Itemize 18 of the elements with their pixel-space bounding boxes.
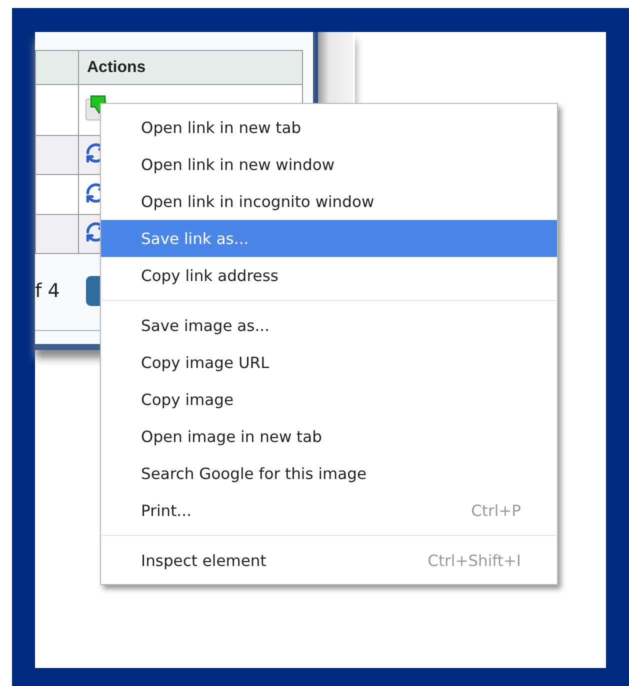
menu-item[interactable]: Copy image xyxy=(101,381,557,418)
table-header xyxy=(36,50,78,84)
menu-item[interactable]: Open image in new tab xyxy=(101,418,557,455)
table-header: Actions xyxy=(78,50,302,84)
menu-item[interactable]: Print... Ctrl+P xyxy=(101,492,557,529)
menu-item[interactable]: Save link as... xyxy=(101,220,557,257)
menu-item[interactable]: Copy link address xyxy=(101,257,557,294)
shortcut-text: Ctrl+Shift+I xyxy=(428,552,521,570)
menu-item[interactable]: Inspect element Ctrl+Shift+I xyxy=(101,542,557,579)
menu-item[interactable]: Search Google for this image xyxy=(101,455,557,492)
menu-item[interactable]: Open link in incognito window xyxy=(101,183,557,220)
menu-item[interactable]: Save image as... xyxy=(101,307,557,344)
menu-item[interactable]: Open link in new window xyxy=(101,146,557,183)
shortcut-text: Ctrl+P xyxy=(471,502,521,520)
pager-button[interactable] xyxy=(86,276,102,306)
page-count: f 4 xyxy=(35,280,60,302)
menu-item[interactable]: Copy image URL xyxy=(101,344,557,381)
menu-item[interactable]: Open link in new tab xyxy=(101,109,557,146)
